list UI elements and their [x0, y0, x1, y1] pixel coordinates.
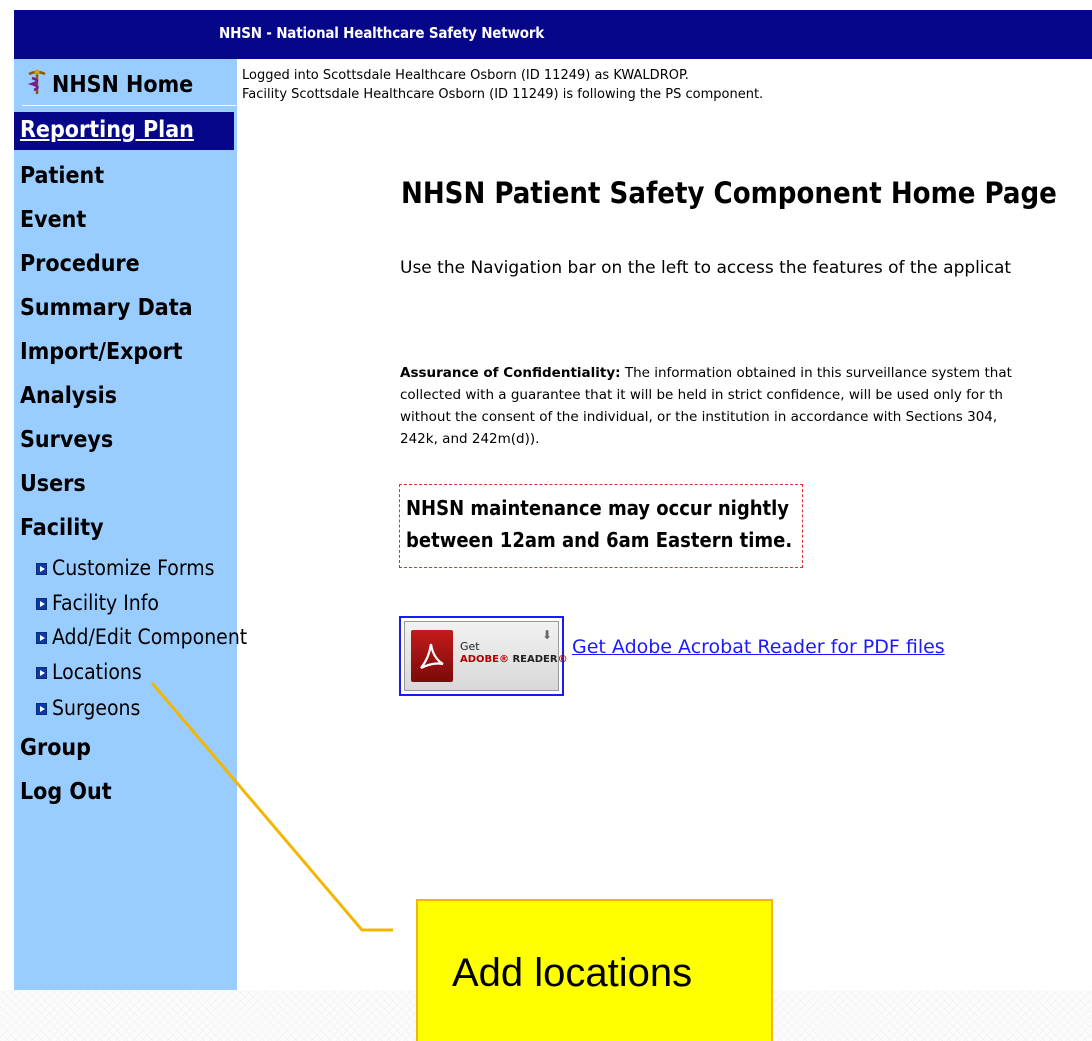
callout-pointer-line [150, 682, 393, 932]
add-locations-callout: Add locations [416, 899, 773, 1041]
callout-text: Add locations [452, 951, 693, 995]
